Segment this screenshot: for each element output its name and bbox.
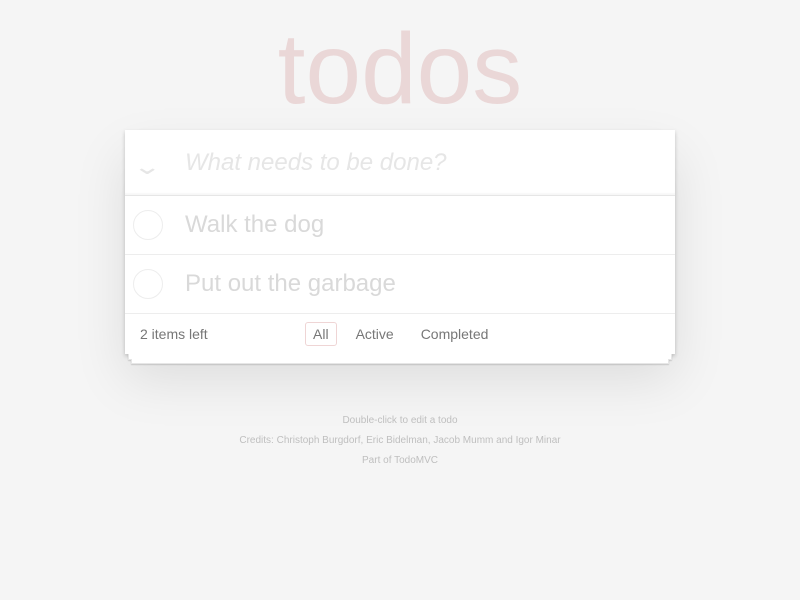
- todo-item[interactable]: Walk the dog: [125, 196, 675, 255]
- todo-list: Walk the dog Put out the garbage: [125, 196, 675, 314]
- todo-toggle-checkbox[interactable]: [133, 269, 163, 299]
- todo-label[interactable]: Put out the garbage: [185, 255, 396, 313]
- edit-hint-text: Double-click to edit a todo: [342, 415, 458, 426]
- todomvc-link[interactable]: Part of TodoMVC: [0, 456, 800, 466]
- filter-all-link[interactable]: All: [305, 322, 337, 346]
- filter-item: All: [305, 322, 348, 346]
- new-todo-input[interactable]: [185, 130, 655, 195]
- filter-active-link[interactable]: Active: [348, 322, 402, 346]
- filter-list: All Active Completed: [305, 322, 507, 346]
- app-title: todos: [277, 13, 523, 125]
- filter-item: Completed: [413, 322, 508, 346]
- todo-item[interactable]: Put out the garbage: [125, 255, 675, 314]
- toggle-all-chevron-icon[interactable]: ⌄: [125, 130, 170, 195]
- todo-toggle-checkbox[interactable]: [133, 210, 163, 240]
- stacked-paper-edge: [131, 359, 669, 364]
- filter-completed-link[interactable]: Completed: [413, 322, 497, 346]
- info-footer: Double-click to edit a todo Credits: Chr…: [0, 416, 800, 476]
- new-todo-header: ⌄: [125, 130, 675, 196]
- items-left-count: 2 items left: [140, 326, 208, 342]
- chevron-down-icon: ⌄: [132, 153, 163, 179]
- todo-label[interactable]: Walk the dog: [185, 196, 324, 254]
- filter-item: Active: [348, 322, 413, 346]
- todo-app: ⌄ Walk the dog Put out the garbage 2 ite…: [125, 130, 675, 354]
- credits-text: Credits: Christoph Burgdorf, Eric Bidelm…: [239, 435, 561, 446]
- todo-footer: 2 items left All Active Completed: [125, 314, 675, 354]
